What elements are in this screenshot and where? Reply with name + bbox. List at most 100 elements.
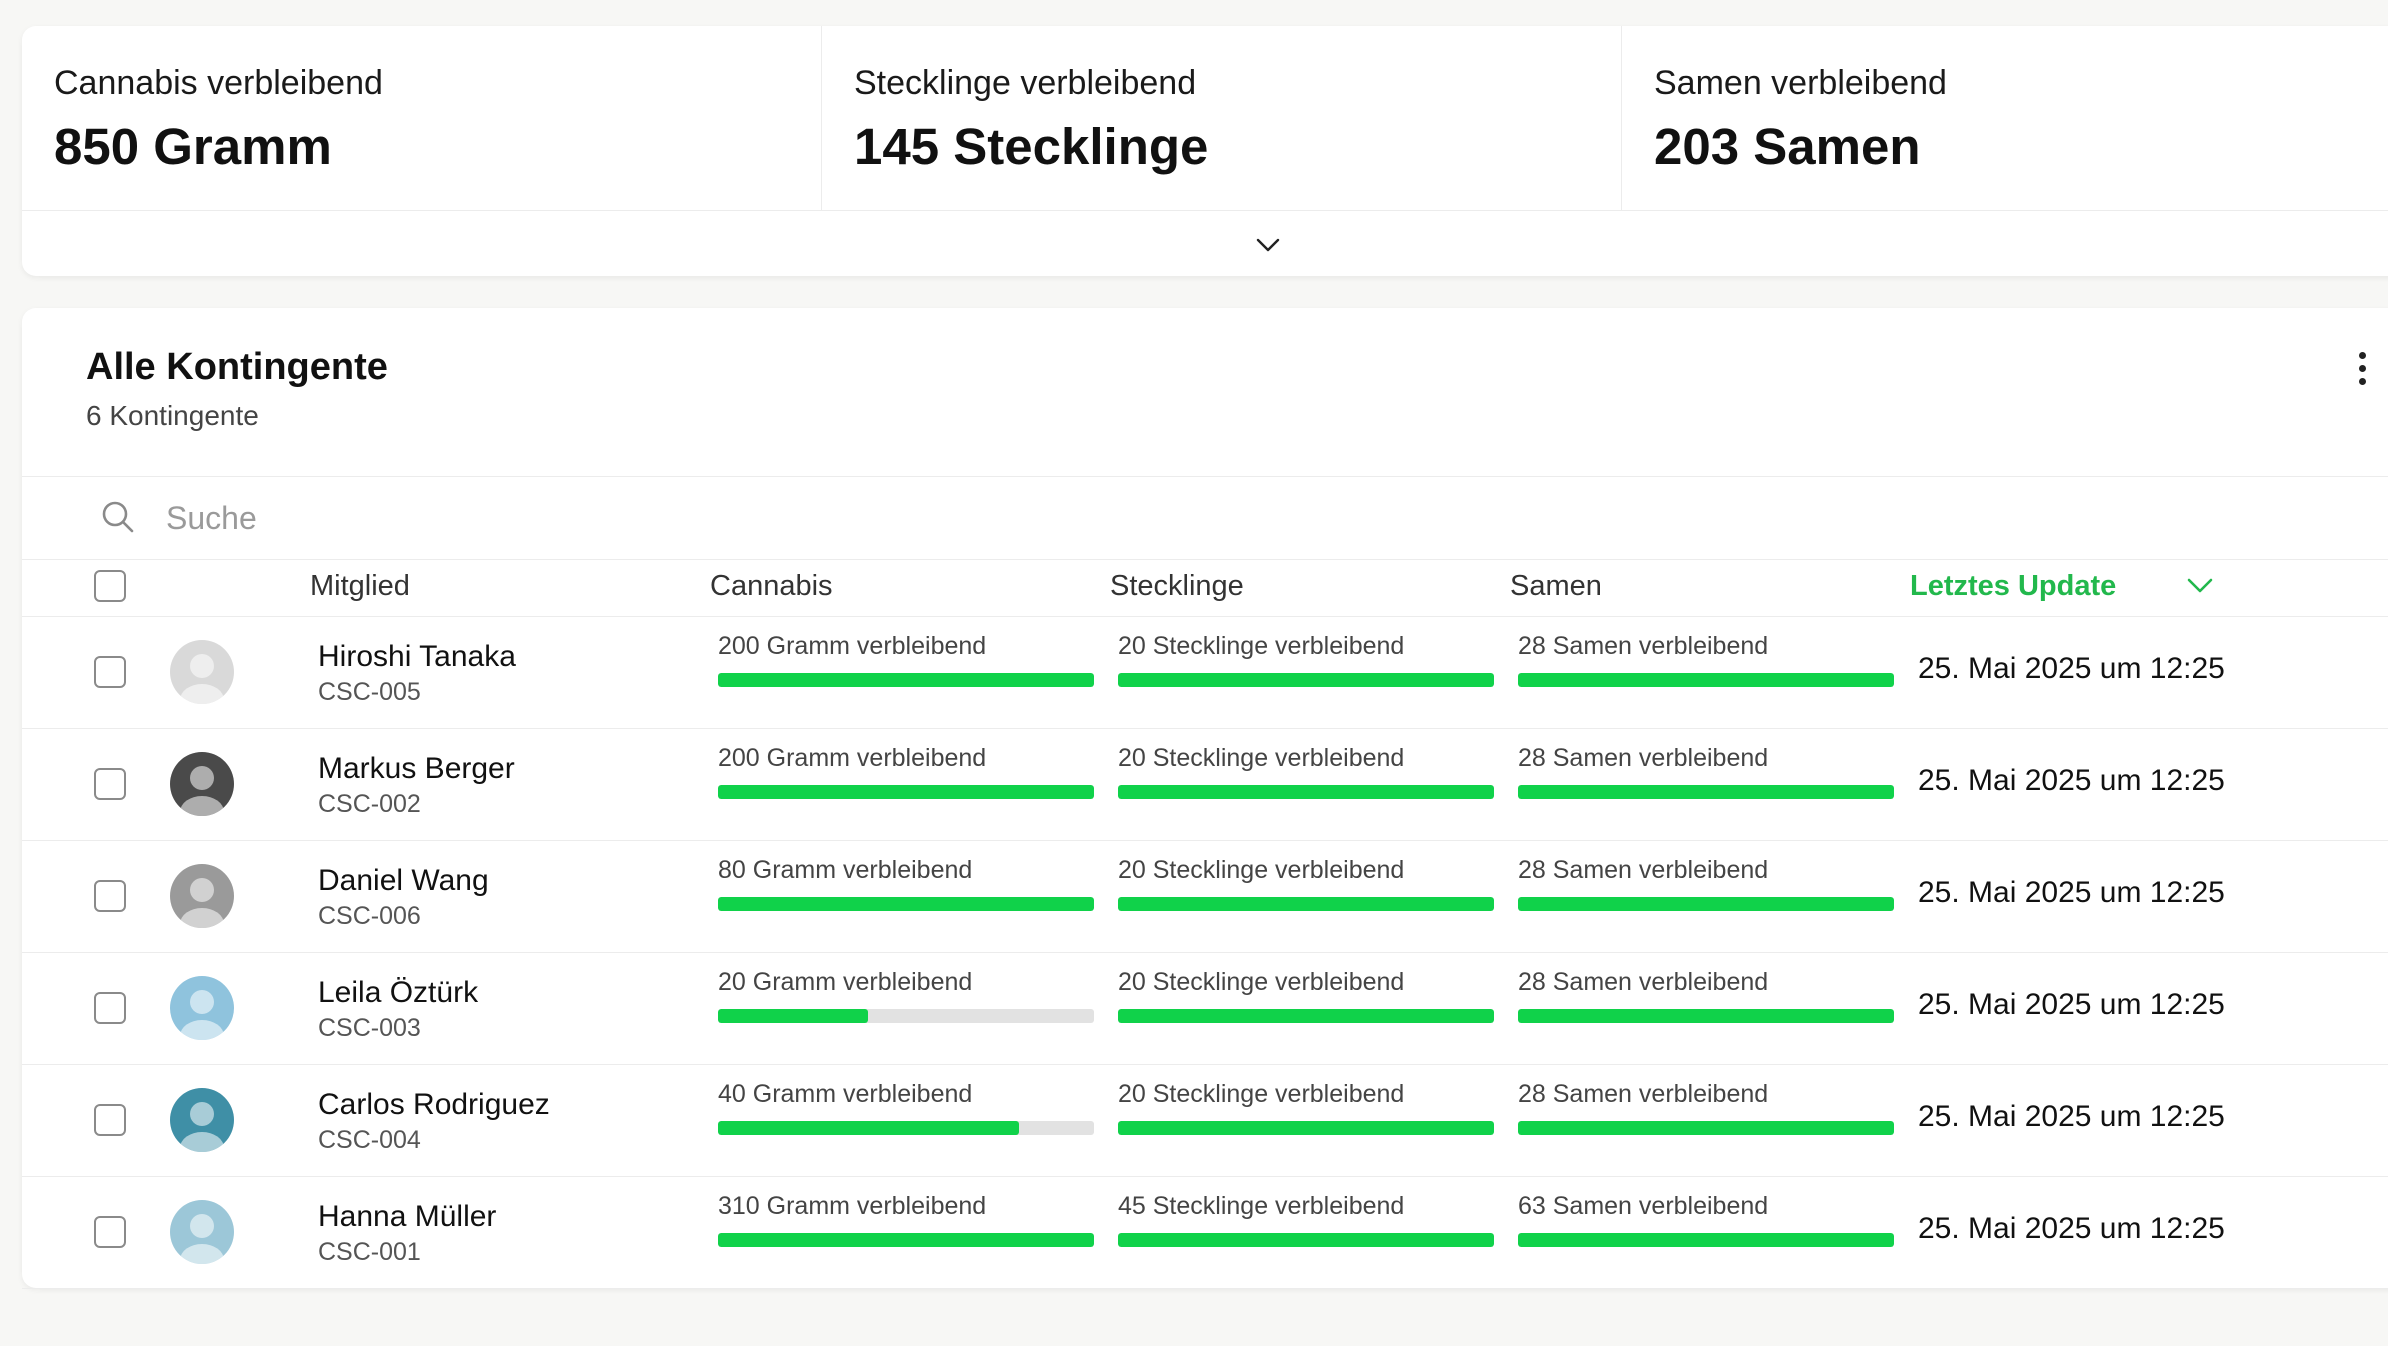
cannabis-quota: 200 Gramm verbleibend (718, 744, 1094, 799)
cannabis-progress-fill (718, 785, 1094, 799)
last-update-date: 25. Mai 2025 um 12:25 (1918, 1212, 2225, 1245)
member-name[interactable]: Hiroshi Tanaka (318, 640, 516, 674)
last-update-date: 25. Mai 2025 um 12:25 (1918, 1100, 2225, 1133)
avatar (170, 752, 234, 816)
stecklinge-quota-label: 20 Stecklinge verbleibend (1118, 744, 1405, 772)
table-row[interactable]: Carlos Rodriguez CSC-004 40 Gramm verbleib… (22, 1064, 2388, 1177)
cannabis-progress-bar (718, 897, 1094, 911)
search-input[interactable] (164, 489, 968, 547)
stat-value: 850 Gramm (54, 118, 332, 175)
table-row[interactable]: Daniel Wang CSC-006 80 Gramm verbleibend 20… (22, 840, 2388, 953)
stecklinge-progress-bar (1118, 785, 1494, 799)
table-row[interactable]: Leila Öztürk CSC-003 20 Gramm verbleibend 2… (22, 952, 2388, 1065)
stecklinge-progress-fill (1118, 785, 1494, 799)
cannabis-progress-fill (718, 1233, 1094, 1247)
member-code: CSC-004 (318, 1126, 421, 1154)
samen-progress-bar (1518, 1121, 1894, 1135)
member-name[interactable]: Markus Berger (318, 752, 515, 786)
cannabis-progress-bar (718, 673, 1094, 687)
cannabis-quota-label: 310 Gramm verbleibend (718, 1192, 987, 1220)
stecklinge-progress-fill (1118, 1121, 1494, 1135)
column-header-last-update[interactable]: Letztes Update (1910, 570, 2116, 603)
stecklinge-quota: 20 Stecklinge verbleibend (1118, 1080, 1494, 1135)
last-update-date: 25. Mai 2025 um 12:25 (1918, 876, 2225, 909)
stecklinge-progress-bar (1118, 1233, 1494, 1247)
row-checkbox[interactable] (94, 656, 126, 688)
member-code: CSC-003 (318, 1014, 421, 1042)
avatar (170, 864, 234, 928)
column-header-cannabis[interactable]: Cannabis (710, 570, 833, 603)
table-row[interactable]: Markus Berger CSC-002 200 Gramm verbleiben… (22, 728, 2388, 841)
samen-progress-bar (1518, 1233, 1894, 1247)
samen-progress-bar (1518, 897, 1894, 911)
stecklinge-quota: 20 Stecklinge verbleibend (1118, 632, 1494, 687)
stat-cannabis: Cannabis verbleibend 850 Gramm (22, 26, 822, 210)
samen-progress-fill (1518, 1233, 1894, 1247)
stat-value: 145 Stecklinge (854, 118, 1209, 175)
samen-quota-label: 28 Samen verbleibend (1518, 856, 1769, 884)
stecklinge-quota: 20 Stecklinge verbleibend (1118, 968, 1494, 1023)
cannabis-quota: 200 Gramm verbleibend (718, 632, 1094, 687)
cannabis-progress-fill (718, 1121, 1019, 1135)
cannabis-quota-label: 40 Gramm verbleibend (718, 1080, 973, 1108)
cannabis-progress-fill (718, 897, 1094, 911)
samen-progress-fill (1518, 785, 1894, 799)
avatar (170, 1088, 234, 1152)
samen-progress-bar (1518, 785, 1894, 799)
cannabis-quota: 40 Gramm verbleibend (718, 1080, 1094, 1135)
stecklinge-progress-fill (1118, 897, 1494, 911)
samen-progress-fill (1518, 673, 1894, 687)
stat-label: Cannabis verbleibend (54, 64, 383, 102)
column-header-samen[interactable]: Samen (1510, 570, 1602, 603)
member-code: CSC-005 (318, 678, 421, 706)
samen-quota-label: 28 Samen verbleibend (1518, 632, 1769, 660)
member-code: CSC-001 (318, 1238, 421, 1266)
cannabis-quota: 20 Gramm verbleibend (718, 968, 1094, 1023)
cannabis-quota-label: 20 Gramm verbleibend (718, 968, 973, 996)
stecklinge-progress-fill (1118, 1233, 1494, 1247)
summary-card: Cannabis verbleibend 850 Gramm Steckling… (22, 26, 2388, 276)
last-update-date: 25. Mai 2025 um 12:25 (1918, 764, 2225, 797)
row-checkbox[interactable] (94, 880, 126, 912)
member-name[interactable]: Leila Öztürk (318, 976, 478, 1010)
row-checkbox[interactable] (94, 1104, 126, 1136)
stecklinge-quota: 20 Stecklinge verbleibend (1118, 744, 1494, 799)
row-checkbox[interactable] (94, 768, 126, 800)
table-row[interactable]: Hanna Müller CSC-001 310 Gramm verbleibend… (22, 1176, 2388, 1289)
search-bar (22, 476, 2388, 560)
column-header-stecklinge[interactable]: Stecklinge (1110, 570, 1244, 603)
samen-progress-fill (1518, 1009, 1894, 1023)
stecklinge-quota-label: 45 Stecklinge verbleibend (1118, 1192, 1405, 1220)
cannabis-progress-bar (718, 785, 1094, 799)
cannabis-progress-fill (718, 673, 1094, 687)
samen-quota: 28 Samen verbleibend (1518, 744, 1894, 799)
samen-quota: 28 Samen verbleibend (1518, 856, 1894, 911)
member-name[interactable]: Carlos Rodriguez (318, 1088, 550, 1122)
member-name[interactable]: Daniel Wang (318, 864, 489, 898)
column-header-member[interactable]: Mitglied (310, 570, 410, 603)
samen-progress-bar (1518, 1009, 1894, 1023)
select-all-checkbox[interactable] (94, 570, 126, 602)
kebab-menu-icon[interactable] (2352, 352, 2372, 396)
sort-chevron-down-icon[interactable] (2184, 574, 2216, 598)
cannabis-quota-label: 80 Gramm verbleibend (718, 856, 973, 884)
samen-quota-label: 28 Samen verbleibend (1518, 744, 1769, 772)
last-update-date: 25. Mai 2025 um 12:25 (1918, 652, 2225, 685)
samen-quota: 63 Samen verbleibend (1518, 1192, 1894, 1247)
stat-label: Samen verbleibend (1654, 64, 1947, 102)
member-name[interactable]: Hanna Müller (318, 1200, 496, 1234)
row-checkbox[interactable] (94, 992, 126, 1024)
stecklinge-quota-label: 20 Stecklinge verbleibend (1118, 968, 1405, 996)
chevron-down-icon[interactable] (1244, 230, 1292, 262)
cannabis-progress-bar (718, 1009, 1094, 1023)
stat-samen: Samen verbleibend 203 Samen (1622, 26, 2388, 210)
row-checkbox[interactable] (94, 1216, 126, 1248)
samen-progress-bar (1518, 673, 1894, 687)
table-row[interactable]: Hiroshi Tanaka CSC-005 200 Gramm verbleibe… (22, 616, 2388, 729)
stat-value: 203 Samen (1654, 118, 1921, 175)
cannabis-quota: 310 Gramm verbleibend (718, 1192, 1094, 1247)
stecklinge-quota-label: 20 Stecklinge verbleibend (1118, 632, 1405, 660)
member-code: CSC-002 (318, 790, 421, 818)
summary-stats: Cannabis verbleibend 850 Gramm Steckling… (22, 26, 2388, 211)
avatar (170, 640, 234, 704)
